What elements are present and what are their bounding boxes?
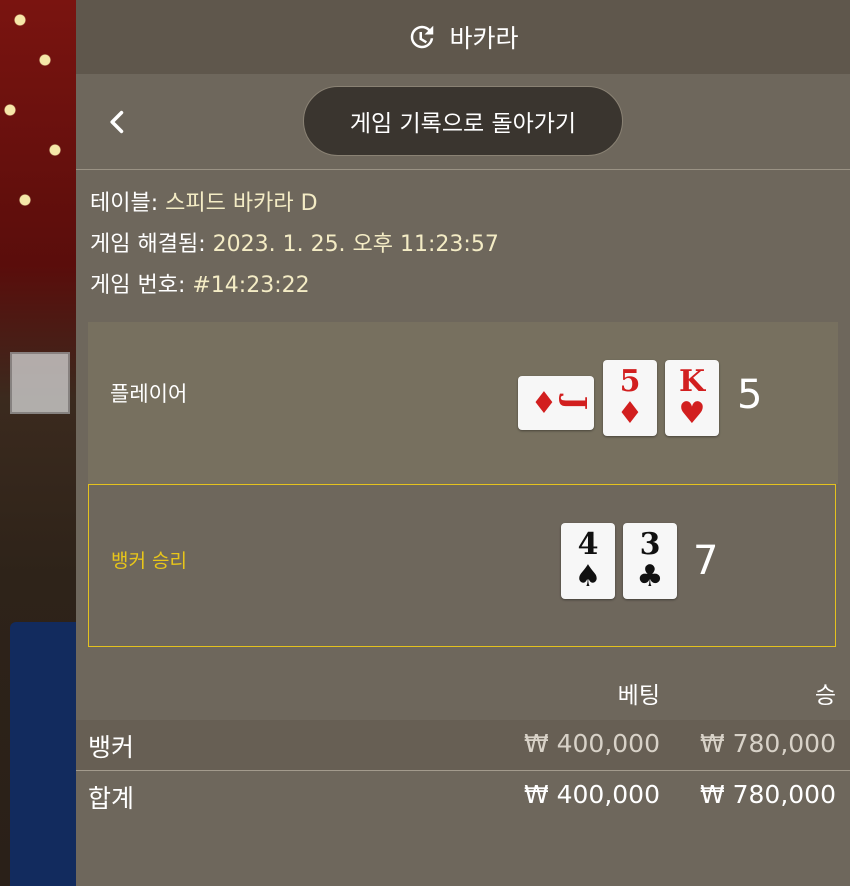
banker-card-1: 4 ♠: [561, 523, 615, 599]
card-suit: ♣: [636, 559, 664, 594]
resolved-label: 게임 해결됨:: [90, 232, 206, 257]
player-card-2: 5 ♦: [603, 360, 657, 436]
card-rank: 3: [639, 527, 661, 562]
bet-name: 뱅커: [88, 733, 135, 762]
game-number-info: 게임 번호: #14:23:22: [90, 268, 499, 309]
total-win-amount: ₩ 780,000: [699, 780, 836, 809]
return-to-history-button[interactable]: 게임 기록으로 돌아가기: [303, 86, 623, 156]
player-hand-row: 플레이어 ♦ J 5 ♦ K ♥ 5: [88, 322, 838, 484]
win-amount: ₩ 780,000: [699, 729, 836, 758]
player-score: 5: [737, 372, 763, 418]
table-info: 테이블: 스피드 바카라 D: [90, 186, 499, 227]
resolved-value: 2023. 1. 25. 오후 11:23:57: [212, 232, 499, 257]
background-blue-panel: [10, 622, 76, 886]
game-info: 테이블: 스피드 바카라 D 게임 해결됨: 2023. 1. 25. 오후 1…: [90, 186, 499, 309]
table-label: 테이블:: [90, 191, 159, 216]
player-label: 플레이어: [110, 382, 188, 406]
card-suit: ♦: [530, 386, 558, 421]
table-row-total: 합계 ₩ 400,000 ₩ 780,000: [76, 771, 850, 821]
bets-table: 베팅 승 뱅커 ₩ 400,000 ₩ 780,000 합계 ₩ 400,000…: [76, 662, 850, 821]
chevron-left-icon[interactable]: [104, 108, 132, 136]
page-title: 바카라: [449, 24, 519, 53]
banker-win-label: 뱅커 승리: [111, 550, 187, 572]
total-label: 합계: [88, 784, 135, 813]
casino-background: [0, 0, 76, 886]
card-suit: ♥: [678, 396, 706, 431]
card-rank: J: [557, 395, 593, 411]
player-card-1: ♦ J: [518, 376, 594, 430]
table-value: 스피드 바카라 D: [165, 191, 318, 216]
resolved-info: 게임 해결됨: 2023. 1. 25. 오후 11:23:57: [90, 227, 499, 268]
win-column-header: 승: [814, 683, 836, 709]
banker-hand-row: 뱅커 승리 4 ♠ 3 ♣ 7: [88, 484, 836, 647]
card-suit: ♠: [574, 559, 602, 594]
bet-column-header: 베팅: [617, 683, 660, 709]
game-history-panel: 바카라 게임 기록으로 돌아가기 테이블: 스피드 바카라 D 게임 해결됨: …: [76, 0, 850, 886]
hands-section: 플레이어 ♦ J 5 ♦ K ♥ 5 뱅커 승리 4 ♠ 3 ♣ 7: [88, 322, 838, 647]
navigation-bar: 게임 기록으로 돌아가기: [76, 74, 850, 170]
header-bar: 바카라: [76, 0, 850, 74]
total-bet-amount: ₩ 400,000: [523, 780, 660, 809]
card-rank: 4: [577, 527, 599, 562]
table-row: 뱅커 ₩ 400,000 ₩ 780,000: [76, 720, 850, 771]
card-rank: 5: [619, 364, 641, 399]
game-number-value: #14:23:22: [192, 273, 310, 298]
card-rank: K: [678, 364, 706, 399]
bets-table-header: 베팅 승: [76, 662, 850, 720]
card-suit: ♦: [616, 396, 644, 431]
bet-amount: ₩ 400,000: [523, 729, 660, 758]
banker-score: 7: [693, 538, 719, 584]
game-number-label: 게임 번호:: [90, 273, 186, 298]
player-card-3: K ♥: [665, 360, 719, 436]
background-card-box: [10, 352, 70, 414]
banker-card-2: 3 ♣: [623, 523, 677, 599]
history-icon: [411, 25, 434, 49]
